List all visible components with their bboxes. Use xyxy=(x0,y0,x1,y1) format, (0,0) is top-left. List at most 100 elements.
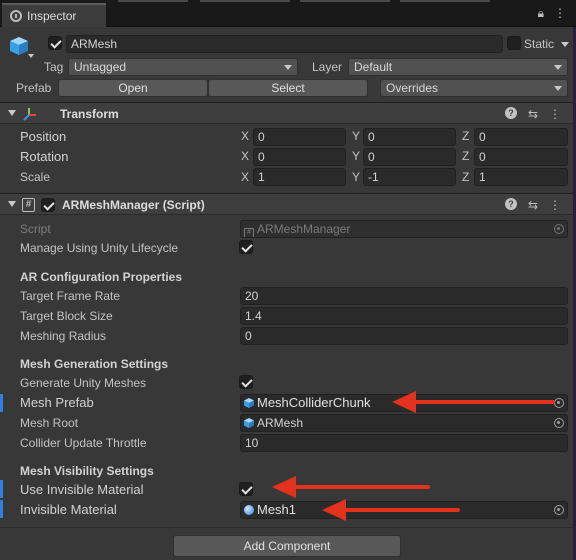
rotation-x-field[interactable]: 0 xyxy=(253,148,346,166)
add-component-button[interactable]: Add Component xyxy=(173,535,401,557)
active-checkbox[interactable] xyxy=(48,36,62,50)
menu-icon[interactable]: ⋮ xyxy=(554,6,566,21)
tag-dropdown[interactable]: Untagged xyxy=(68,58,298,76)
more-icon[interactable]: ⋮ xyxy=(549,107,561,121)
overrides-value: Overrides xyxy=(386,81,439,95)
help-icon[interactable]: ? xyxy=(504,107,517,119)
scale-y-field[interactable]: -1 xyxy=(363,168,456,186)
use-invisible-checkbox[interactable] xyxy=(239,482,253,496)
script-component-header[interactable]: # ARMeshManager (Script) ? ⇆ ⋮ xyxy=(0,193,573,215)
frame-rate-field[interactable]: 20 xyxy=(240,287,568,305)
mesh-root-field[interactable]: ARMesh xyxy=(240,414,568,432)
icon-dropdown-arrow[interactable] xyxy=(28,54,34,58)
lifecycle-label: Manage Using Unity Lifecycle xyxy=(20,241,179,255)
meshing-radius-field[interactable]: 0 xyxy=(240,327,568,345)
object-picker-icon xyxy=(554,224,564,234)
rotation-z-field[interactable]: 0 xyxy=(474,148,568,166)
modified-indicator xyxy=(0,480,3,498)
rotation-y-field[interactable]: 0 xyxy=(363,148,456,166)
object-picker-icon[interactable] xyxy=(554,418,564,428)
object-name-field[interactable]: ARMesh xyxy=(66,35,503,53)
axis-z-label[interactable]: Z xyxy=(462,170,469,184)
lifecycle-checkbox[interactable] xyxy=(239,240,253,254)
invisible-material-value: Mesh1 xyxy=(257,502,297,517)
axis-x-label[interactable]: X xyxy=(241,170,249,184)
axis-z-label[interactable]: Z xyxy=(462,149,469,163)
prefab-open-button[interactable]: Open xyxy=(58,79,208,97)
static-label: Static xyxy=(524,37,555,51)
axis-x-label[interactable]: X xyxy=(241,149,249,163)
script-value: ARMeshManager xyxy=(257,222,351,236)
rotation-label: Rotation xyxy=(20,149,69,164)
layer-dropdown[interactable]: Default xyxy=(348,58,568,76)
mesh-root-label: Mesh Root xyxy=(20,416,79,430)
layer-value: Default xyxy=(354,60,393,74)
position-z-field[interactable]: 0 xyxy=(474,128,568,146)
arrow-head-icon xyxy=(392,391,416,413)
collider-throttle-field[interactable]: 10 xyxy=(240,434,568,452)
mesh-prefab-value: MeshColliderChunk xyxy=(257,395,371,410)
mesh-generation-header: Mesh Generation Settings xyxy=(20,357,169,371)
tab-bar: Inspector 🔒︎ ⋮ xyxy=(0,0,576,27)
script-title: ARMeshManager (Script) xyxy=(62,198,205,212)
tab-inspector-label: Inspector xyxy=(27,9,77,23)
scale-label: Scale xyxy=(20,170,51,184)
divider xyxy=(0,527,573,528)
mesh-prefab-label: Mesh Prefab xyxy=(20,395,94,410)
script-icon: # xyxy=(22,198,35,212)
axis-x-label[interactable]: X xyxy=(241,129,249,143)
generate-meshes-checkbox[interactable] xyxy=(239,375,253,389)
tag-label: Tag xyxy=(44,60,64,74)
prefab-select-button[interactable]: Select xyxy=(208,79,368,97)
more-icon[interactable]: ⋮ xyxy=(549,198,561,212)
transform-icon xyxy=(23,107,37,121)
tab-strip-segment xyxy=(300,0,390,2)
settings-icon[interactable]: ⇆ xyxy=(528,107,538,121)
block-size-label: Target Block Size xyxy=(20,309,113,323)
script-enabled-checkbox[interactable] xyxy=(41,198,55,212)
static-dropdown-arrow[interactable] xyxy=(561,42,569,47)
transform-title: Transform xyxy=(60,107,119,121)
mesh-visibility-header: Mesh Visibility Settings xyxy=(20,464,154,478)
tab-strip-segment xyxy=(118,0,188,2)
tab-inspector[interactable]: Inspector xyxy=(2,3,106,27)
cube-icon xyxy=(244,416,254,428)
block-size-field[interactable]: 1.4 xyxy=(240,307,568,325)
tab-strip-segment xyxy=(200,0,290,2)
lock-icon[interactable]: 🔒︎ xyxy=(538,6,544,21)
object-picker-icon[interactable] xyxy=(554,505,564,515)
meshing-radius-label: Meshing Radius xyxy=(20,329,107,343)
static-checkbox[interactable] xyxy=(507,36,521,50)
cube-icon xyxy=(8,35,28,55)
chevron-down-icon xyxy=(554,86,562,91)
annotation-arrow-use-invisible xyxy=(272,476,430,498)
scale-x-field[interactable]: 1 xyxy=(253,168,346,186)
transform-header[interactable]: Transform ? ⇆ ⋮ xyxy=(0,102,573,124)
axis-y-label[interactable]: Y xyxy=(352,170,360,184)
script-icon: # xyxy=(244,228,254,237)
axis-y-label[interactable]: Y xyxy=(352,129,360,143)
axis-y-label[interactable]: Y xyxy=(352,149,360,163)
prefab-label: Prefab xyxy=(16,81,52,95)
foldout-icon[interactable] xyxy=(8,110,16,116)
foldout-icon[interactable] xyxy=(8,201,16,207)
inspector-icon xyxy=(10,10,22,22)
chevron-down-icon xyxy=(284,65,292,70)
help-icon[interactable]: ? xyxy=(504,198,517,210)
position-label: Position xyxy=(20,129,67,144)
prefab-overrides-dropdown[interactable]: Overrides xyxy=(380,79,568,97)
arrow-head-icon xyxy=(272,476,296,498)
position-x-field[interactable]: 0 xyxy=(253,128,346,146)
annotation-arrow-mesh-prefab xyxy=(392,391,555,413)
prefab-icon xyxy=(244,396,254,408)
annotation-arrow-invisible-material xyxy=(322,499,460,521)
scale-z-field[interactable]: 1 xyxy=(474,168,568,186)
object-picker-icon[interactable] xyxy=(554,398,564,408)
axis-z-label[interactable]: Z xyxy=(462,129,469,143)
mesh-root-value: ARMesh xyxy=(257,416,304,430)
settings-icon[interactable]: ⇆ xyxy=(528,198,538,212)
tab-strip-segment xyxy=(400,0,490,2)
tag-value: Untagged xyxy=(74,60,127,74)
position-y-field[interactable]: 0 xyxy=(363,128,456,146)
collider-throttle-label: Collider Update Throttle xyxy=(20,436,147,450)
